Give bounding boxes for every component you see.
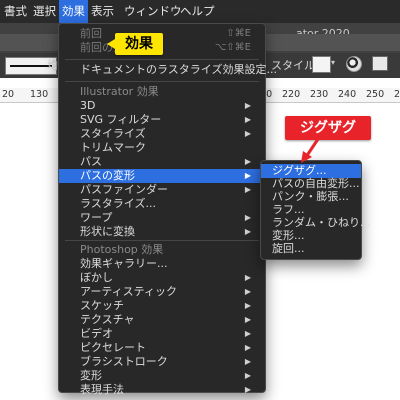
menu-select[interactable]: 選択 [30, 0, 59, 23]
callout-arrow-icon [301, 138, 320, 163]
submenu-arrow-icon: ▶ [244, 371, 251, 380]
menu-item-effect-gallery[interactable]: 効果ギャラリー... [59, 257, 265, 271]
menu-item-distort-transform[interactable]: パスの変形 ▶ [59, 169, 265, 183]
submenu-arrow-icon: ▶ [244, 101, 251, 110]
submenu-arrow-icon: ▶ [244, 343, 251, 352]
chevron-down-icon[interactable]: ▾ [331, 58, 335, 67]
menu-item-convert-to-shape[interactable]: 形状に変換 ▶ [59, 225, 265, 239]
menu-item-label: 3D [80, 99, 96, 112]
menu-format[interactable]: 書式 [1, 0, 30, 23]
section-header-photoshop: Photoshop 効果 [80, 243, 164, 256]
submenu-arrow-icon: ▶ [244, 227, 251, 236]
menu-window[interactable]: ウィンドウ [121, 0, 185, 23]
ruler-label: 240 [338, 89, 357, 100]
ruler-label: 250 [366, 89, 385, 100]
ruler-label: 20 [2, 89, 15, 100]
ruler-label: 130 [30, 89, 49, 100]
menu-bar: 書式 選択 効果 表示 ウィンドウ ヘルプ [0, 0, 400, 23]
menu-item-blur[interactable]: ぼかし ▶ [59, 271, 265, 285]
menu-view[interactable]: 表示 [88, 0, 117, 23]
submenu-arrow-icon: ▶ [244, 357, 251, 366]
menu-divider [65, 59, 259, 60]
submenu-arrow-icon: ▶ [244, 273, 251, 282]
submenu-arrow-icon: ▶ [244, 213, 251, 222]
menu-item-label: パスの変形 [80, 169, 135, 182]
menu-item-stylize-ps[interactable]: 表現手法 ▶ [59, 383, 265, 397]
menu-item-tweak[interactable]: ランダム・ひねり... [261, 216, 371, 230]
menu-item-sketch[interactable]: スケッチ ▶ [59, 299, 265, 313]
menu-item-label: 形状に変換 [80, 225, 135, 238]
submenu-arrow-icon: ▶ [244, 157, 251, 166]
stroke-profile-label: 均 [47, 59, 58, 72]
menu-item-free-distort[interactable]: パスの自由変形... [261, 177, 361, 191]
submenu-arrow-icon: ▶ [244, 301, 251, 310]
menu-item-pathfinder[interactable]: パスファインダー ▶ [59, 183, 265, 197]
menu-item-label: パス [80, 155, 102, 168]
submenu-arrow-icon: ▶ [244, 329, 251, 338]
menu-item-label: パスファインダー [80, 183, 168, 196]
menu-item-label: ピクセレート [80, 341, 146, 354]
style-swatch[interactable] [312, 56, 331, 73]
ruler-label: 260 [394, 89, 400, 100]
menu-effect[interactable]: 効果 [59, 0, 88, 23]
shortcut-label: ⌥⇧⌘E [214, 42, 251, 53]
menu-item-warp[interactable]: ワープ ▶ [59, 211, 265, 225]
menu-item-roughen[interactable]: ラフ... [261, 203, 361, 217]
menu-item-label: ブラシストローク [80, 355, 168, 368]
menu-item-label: 表現手法 [80, 383, 124, 396]
menu-item-3d[interactable]: 3D ▶ [59, 99, 265, 113]
submenu-arrow-icon: ▶ [244, 185, 251, 194]
menu-item-video[interactable]: ビデオ ▶ [59, 327, 265, 341]
distort-transform-submenu: ジグザグ... パスの自由変形... パンク・膨張... ラフ... ランダム・… [260, 160, 371, 260]
menu-item-label: 前回 [80, 27, 102, 40]
menu-item-label: アーティスティック [80, 285, 178, 298]
align-icon[interactable] [372, 56, 388, 71]
menu-item-path[interactable]: パス ▶ [59, 155, 265, 169]
ruler-label: 230 [310, 89, 329, 100]
menu-item-texture[interactable]: テクスチャ ▶ [59, 313, 265, 327]
callout-zigzag: ジグザグ [285, 116, 371, 140]
section-header-illustrator: Illustrator 効果 [80, 85, 159, 98]
submenu-arrow-icon: ▶ [244, 287, 251, 296]
menu-item-artistic[interactable]: アーティスティック ▶ [59, 285, 265, 299]
menu-item-zig-zag[interactable]: ジグザグ... [261, 164, 361, 178]
submenu-arrow-icon: ▶ [244, 171, 251, 180]
menu-item-label: スケッチ [80, 299, 124, 312]
menu-item-label: ワープ [80, 211, 113, 224]
shortcut-label: ⇧⌘E [226, 28, 251, 39]
menu-item-label: スタイライズ [80, 127, 146, 140]
menu-item-twist[interactable]: 旋回... [261, 242, 361, 256]
menu-item-label: ビデオ [80, 327, 113, 340]
submenu-arrow-icon: ▶ [244, 315, 251, 324]
menu-item-crop-marks[interactable]: トリムマーク [59, 141, 265, 155]
callout-effect: 効果 [107, 33, 163, 55]
submenu-arrow-icon: ▶ [244, 115, 251, 124]
menu-help[interactable]: ヘルプ [177, 0, 218, 23]
menu-item-brush-strokes[interactable]: ブラシストローク ▶ [59, 355, 265, 369]
menu-divider [65, 240, 259, 241]
menu-item-label: ぼかし [80, 271, 113, 284]
menu-item-distort[interactable]: 変形 ▶ [59, 369, 265, 383]
menu-item-label: テクスチャ [80, 313, 135, 326]
submenu-arrow-icon: ▶ [244, 385, 251, 394]
menu-item-pucker-bloat[interactable]: パンク・膨張... [261, 190, 361, 204]
effect-menu: 前回 ⇧⌘E 前回の効 ⌥⇧⌘E ドキュメントのラスタライズ効果設定... Il… [58, 23, 277, 396]
menu-item-transform[interactable]: 変形... [261, 229, 361, 243]
menu-item-document-raster-settings[interactable]: ドキュメントのラスタライズ効果設定... [59, 63, 277, 77]
menu-item-stylize[interactable]: スタイライズ ▶ [59, 127, 265, 141]
recolor-artwork-icon[interactable] [346, 56, 362, 72]
menu-item-svg-filters[interactable]: SVG フィルター ▶ [59, 113, 265, 127]
menu-item-label: SVG フィルター [80, 113, 162, 126]
menu-item-rasterize[interactable]: ラスタライズ... [59, 197, 265, 211]
ruler-label: 220 [282, 89, 301, 100]
menu-item-label: 変形 [80, 369, 102, 382]
menu-item-pixelate[interactable]: ピクセレート ▶ [59, 341, 265, 355]
submenu-arrow-icon: ▶ [244, 129, 251, 138]
menu-divider [65, 81, 259, 82]
